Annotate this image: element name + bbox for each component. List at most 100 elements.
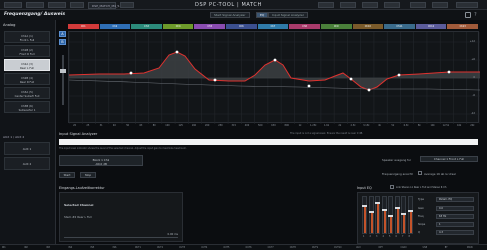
slope-field[interactable]: Slope 1 (418, 222, 474, 227)
channel-tab-12[interactable]: Ch12 (415, 24, 447, 29)
fader-knob[interactable] (401, 213, 406, 215)
io-indicator[interactable]: OUT5 (223, 246, 229, 250)
fader-knob[interactable] (375, 202, 380, 205)
fader-knob[interactable] (394, 206, 400, 209)
eq-band-handle-8[interactable] (397, 73, 401, 77)
zoom-slider-track[interactable] (59, 55, 66, 105)
toolbar-button-3[interactable] (48, 2, 66, 8)
channel-button-3[interactable]: Ch2A (3) Rear L Full (4, 59, 50, 71)
io-indicator[interactable]: IN1 (2, 246, 6, 250)
io-indicator[interactable]: OUT2 (157, 246, 163, 250)
eq-band-handle-7[interactable] (367, 88, 371, 92)
io-indicator[interactable]: IN4 (68, 246, 72, 250)
toolbar-button-10[interactable] (410, 2, 426, 8)
gain-field[interactable]: Gain 0.0 (418, 206, 474, 211)
channel-tab-9[interactable]: Ch9 (320, 24, 352, 29)
tab-eq[interactable]: EQ (256, 12, 269, 18)
channel-tab-11[interactable]: Ch11 (384, 24, 415, 29)
eq-band-handle-2[interactable] (175, 50, 179, 54)
latency-slider[interactable] (64, 237, 178, 238)
io-indicator[interactable]: OUT1 (135, 246, 141, 250)
help-icon[interactable]: ? (474, 12, 477, 18)
link-stereo-checkbox[interactable] (390, 185, 394, 189)
channel-tab-13[interactable]: Ch13 (447, 24, 478, 29)
channel-tab-6[interactable]: Ch6 (226, 24, 257, 29)
toolbar-button-5[interactable] (120, 2, 134, 8)
fader-knob[interactable] (368, 211, 374, 214)
channel-button-2[interactable]: Ch1B (2) Front R Full (4, 45, 50, 57)
zoom-slider-knob[interactable] (59, 69, 66, 73)
type-field[interactable]: Type Param. EQ (418, 197, 474, 202)
field-value[interactable]: 4.3 (436, 230, 474, 235)
file-button[interactable]: DSP_MATCH_M4_5.6 (88, 1, 122, 9)
freq-field[interactable]: Freq 63 Hz (418, 214, 474, 219)
settings-icon[interactable] (465, 12, 471, 18)
eq-band-handle-3[interactable] (213, 78, 217, 82)
io-indicator[interactable]: OPT (378, 246, 382, 250)
toolbar-button-12[interactable] (456, 2, 478, 8)
channel-tab-8[interactable]: Ch8 (289, 24, 320, 29)
eq-curve-plot[interactable]: +12 +6 0 -6 -12 (68, 31, 480, 124)
q-field[interactable]: Q 4.3 (418, 230, 474, 235)
latency-value[interactable]: 0.00 ms (168, 233, 178, 236)
field-value[interactable]: Param. EQ (436, 197, 474, 202)
io-indicator[interactable]: OUT10 (334, 246, 341, 250)
field-value[interactable]: 1 (436, 222, 474, 227)
io-indicator[interactable]: IN5 (91, 246, 95, 250)
io-indicator[interactable]: AUX (356, 246, 361, 250)
eq-fader-2[interactable] (368, 196, 374, 234)
io-indicator[interactable]: IN6 (113, 246, 117, 250)
eq-band-handle-1[interactable] (129, 71, 133, 75)
eq-fader-4[interactable] (381, 196, 387, 234)
toolbar-button-1[interactable] (4, 2, 22, 8)
tool-button-a[interactable]: A (59, 31, 66, 37)
channel-button-6[interactable]: Ch3B (6) Subwoofer 1 (4, 101, 50, 113)
io-indicator[interactable]: USB (423, 246, 428, 250)
io-indicator[interactable]: OUT6 (246, 246, 252, 250)
io-indicator[interactable]: MAIN (467, 246, 473, 250)
average-checkbox[interactable] (418, 171, 422, 175)
field-value[interactable]: 63 Hz (436, 214, 474, 219)
eq-band-handle-9[interactable] (447, 70, 451, 74)
channel-tab-4[interactable]: Ch4 (162, 24, 194, 29)
eq-band-handle-6[interactable] (349, 77, 353, 81)
fader-knob[interactable] (381, 208, 387, 211)
eq-fader-8[interactable] (407, 196, 413, 234)
io-indicator[interactable]: IN3 (46, 246, 50, 250)
toolbar-button-4[interactable] (70, 2, 84, 8)
eq-band-handle-5[interactable] (307, 84, 311, 88)
io-indicator[interactable]: COAX (400, 246, 406, 250)
channel-tab-3[interactable]: Ch3 (131, 24, 162, 29)
tab-input-signal-analyzer[interactable]: Input Signal Analyzer (268, 12, 308, 18)
eq-band-handle-4[interactable] (273, 58, 277, 62)
eq-fader-7[interactable] (401, 196, 406, 234)
fader-knob[interactable] (362, 205, 367, 208)
channel-button-5[interactable]: Ch3A (5) Center Subwfr Full (4, 87, 50, 99)
io-indicator[interactable]: OUT9 (312, 246, 318, 250)
aux-button-1[interactable]: AUX 1 (4, 142, 50, 155)
channel-tab-1[interactable]: Ch1 (68, 24, 99, 29)
tab-start-signal-analyzer[interactable]: Start Signal Analyzer (210, 12, 250, 18)
channel-tab-2[interactable]: Ch2 (99, 24, 131, 29)
aux-button-2[interactable]: AUX 2 (4, 157, 50, 170)
io-indicator[interactable]: OUT8 (290, 246, 296, 250)
toolbar-button-2[interactable] (26, 2, 44, 8)
toolbar-button-9[interactable] (384, 2, 400, 8)
eq-fader-5[interactable] (388, 196, 393, 234)
toolbar-button-8[interactable] (362, 2, 378, 8)
toolbar-button-7[interactable] (340, 2, 356, 8)
channel-tab-7[interactable]: Ch7 (257, 24, 289, 29)
fader-knob[interactable] (388, 214, 393, 217)
toolbar-button-6[interactable] (318, 2, 334, 8)
toolbar-button-11[interactable] (432, 2, 448, 8)
speaker-select[interactable]: Channel 1 Front L Full (420, 156, 478, 162)
channel-button-4[interactable]: Ch2B (4) Rear R Full (4, 73, 50, 85)
eq-curve-svg[interactable] (69, 32, 480, 124)
io-indicator[interactable]: OUT7 (268, 246, 274, 250)
stop-button[interactable]: Stop (80, 172, 96, 178)
channel-button-1[interactable]: Ch1A (1) Front L Full (4, 31, 50, 43)
io-indicator[interactable]: IN2 (24, 246, 28, 250)
start-button[interactable]: Start (59, 172, 75, 178)
field-value[interactable]: 0.0 (436, 206, 474, 211)
io-indicator[interactable]: OUT3 (179, 246, 185, 250)
